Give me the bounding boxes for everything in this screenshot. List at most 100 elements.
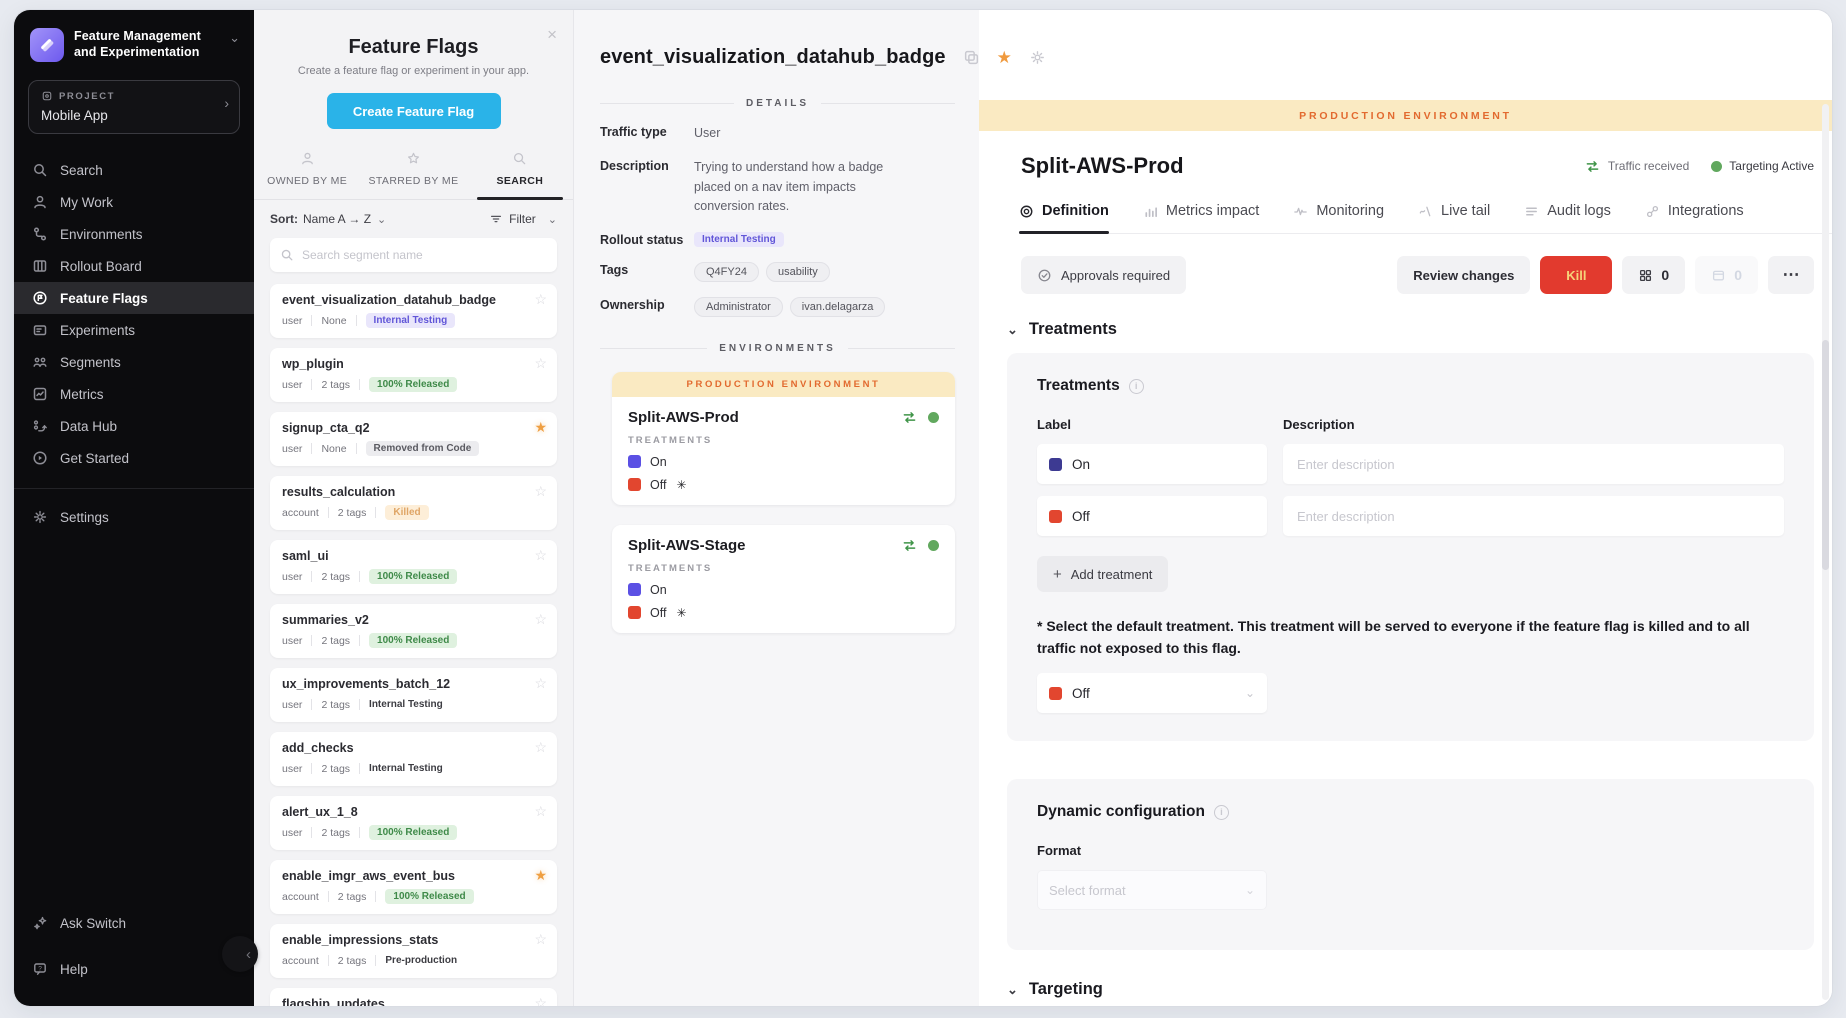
approvals-required-pill[interactable]: Approvals required — [1021, 256, 1186, 294]
flag-title-row: event_visualization_datahub_badge — [600, 46, 1046, 69]
treatment-label-off[interactable]: Off — [1037, 496, 1267, 536]
treatment-label-on[interactable]: On — [1037, 444, 1267, 484]
treatments-section-header[interactable]: Treatments — [1007, 320, 1814, 339]
flag-card[interactable]: event_visualization_datahub_badge userNo… — [270, 284, 557, 338]
sidebar-item-my-work[interactable]: My Work — [14, 186, 254, 218]
tab-integrations[interactable]: Integrations — [1645, 203, 1744, 233]
tab-owned-by-me[interactable]: OWNED BY ME — [254, 147, 360, 199]
owner-pill[interactable]: Administrator — [694, 297, 783, 317]
production-environment-banner: PRODUCTION ENVIRONMENT — [979, 100, 1832, 131]
copy-icon[interactable] — [963, 49, 980, 66]
default-treatment-select[interactable]: Off — [1037, 673, 1267, 713]
info-icon[interactable] — [1214, 805, 1229, 820]
flag-card[interactable]: flagship_updates account2 tagsKilled — [270, 988, 557, 1006]
search-input[interactable] — [302, 248, 547, 262]
gear-icon[interactable] — [1029, 49, 1046, 66]
treatment-description-input[interactable] — [1283, 496, 1784, 536]
treatment-off-swatch — [628, 478, 641, 491]
sidebar-item-get-started[interactable]: Get Started — [14, 442, 254, 474]
treatment-row-off: Off — [1037, 496, 1784, 536]
flag-card[interactable]: add_checks user2 tagsInternal Testing — [270, 732, 557, 786]
close-icon[interactable] — [547, 26, 557, 43]
flag-card[interactable]: enable_impressions_stats account2 tagsPr… — [270, 924, 557, 978]
star-icon[interactable] — [534, 355, 547, 372]
star-icon[interactable] — [534, 931, 547, 948]
star-icon[interactable] — [534, 675, 547, 692]
star-icon[interactable] — [534, 611, 547, 628]
treatment-off-row: Off — [628, 478, 939, 492]
sort-value[interactable]: Name A → Z — [303, 212, 371, 226]
sidebar-item-data-hub[interactable]: Data Hub — [14, 410, 254, 442]
sidebar-item-settings[interactable]: Settings — [14, 501, 254, 533]
environment-card-stage[interactable]: Split-AWS-Stage TREATMENTS On Off — [612, 525, 955, 633]
gear-icon — [32, 509, 48, 525]
sidebar-collapse-handle[interactable] — [222, 936, 258, 972]
star-icon[interactable] — [534, 995, 547, 1006]
flag-card[interactable]: enable_imgr_aws_event_bus account2 tags1… — [270, 860, 557, 914]
add-treatment-button[interactable]: Add treatment — [1037, 556, 1168, 592]
sidebar-item-environments[interactable]: Environments — [14, 218, 254, 250]
star-icon[interactable] — [534, 739, 547, 756]
panel-title: Feature Flags — [254, 36, 573, 59]
sidebar-item-segments[interactable]: Segments — [14, 346, 254, 378]
brand[interactable]: Feature Management and Experimentation — [14, 10, 254, 74]
star-filled-icon[interactable] — [997, 48, 1012, 68]
environment-card-prod[interactable]: PRODUCTION ENVIRONMENT Split-AWS-Prod TR… — [612, 372, 955, 505]
filter-button[interactable]: Filter — [489, 212, 557, 226]
approvals-counter-button[interactable]: 0 — [1622, 256, 1685, 294]
sidebar-item-rollout-board[interactable]: Rollout Board — [14, 250, 254, 282]
tab-monitoring[interactable]: Monitoring — [1293, 203, 1384, 233]
sidebar-item-search[interactable]: Search — [14, 154, 254, 186]
treatment-description-input[interactable] — [1283, 444, 1784, 484]
format-select[interactable]: Select format — [1037, 870, 1267, 910]
schedule-counter-button[interactable]: 0 — [1695, 256, 1758, 294]
star-icon[interactable] — [534, 291, 547, 308]
star-icon — [360, 151, 466, 169]
star-icon[interactable] — [534, 483, 547, 500]
targeting-section-header[interactable]: Targeting — [1007, 980, 1814, 999]
treatment-row-on: On — [1037, 444, 1784, 484]
flag-card[interactable]: ux_improvements_batch_12 user2 tagsInter… — [270, 668, 557, 722]
flag-card[interactable]: alert_ux_1_8 user2 tags100% Released — [270, 796, 557, 850]
tab-audit-logs[interactable]: Audit logs — [1524, 203, 1611, 233]
tab-starred-by-me[interactable]: STARRED BY ME — [360, 147, 466, 199]
flag-card[interactable]: summaries_v2 user2 tags100% Released — [270, 604, 557, 658]
treatments-card-title: Treatments — [1037, 377, 1784, 395]
sidebar-item-experiments[interactable]: Experiments — [14, 314, 254, 346]
star-icon[interactable] — [534, 803, 547, 820]
info-icon[interactable] — [1129, 379, 1144, 394]
tab-search[interactable]: SEARCH — [467, 147, 573, 199]
sidebar-item-metrics[interactable]: Metrics — [14, 378, 254, 410]
tab-definition[interactable]: Definition — [1019, 203, 1109, 233]
environment-tabs: Definition Metrics impact Monitoring Liv… — [1019, 203, 1832, 234]
production-environment-banner: PRODUCTION ENVIRONMENT — [612, 372, 955, 397]
tag-pill[interactable]: usability — [766, 262, 830, 282]
flag-card[interactable]: wp_plugin user2 tags100% Released — [270, 348, 557, 402]
chevron-down-icon — [1245, 686, 1255, 700]
review-changes-button[interactable]: Review changes — [1397, 256, 1530, 294]
description-row: Description Trying to understand how a b… — [600, 158, 957, 216]
more-actions-button[interactable] — [1768, 256, 1814, 294]
flag-card[interactable]: saml_ui user2 tags100% Released — [270, 540, 557, 594]
kill-button[interactable]: Kill — [1540, 256, 1612, 294]
flag-card[interactable]: signup_cta_q2 userNoneRemoved from Code — [270, 412, 557, 466]
star-icon[interactable] — [534, 547, 547, 564]
owner-pill[interactable]: ivan.delagarza — [790, 297, 886, 317]
calendar-icon — [1711, 268, 1726, 283]
tab-live-tail[interactable]: Live tail — [1418, 203, 1490, 233]
sidebar-item-feature-flags[interactable]: Feature Flags — [14, 282, 254, 314]
create-feature-flag-button[interactable]: Create Feature Flag — [327, 93, 501, 129]
grid-icon — [1638, 268, 1653, 283]
flag-card[interactable]: results_calculation account2 tagsKilled — [270, 476, 557, 530]
sidebar-item-help[interactable]: ? Help — [14, 946, 254, 992]
project-selector[interactable]: PROJECT Mobile App — [28, 80, 240, 134]
sidebar-item-ask-switch[interactable]: Ask Switch — [14, 900, 254, 946]
sidebar-divider — [14, 488, 254, 489]
tag-pill[interactable]: Q4FY24 — [694, 262, 759, 282]
tab-metrics-impact[interactable]: Metrics impact — [1143, 203, 1259, 233]
star-filled-icon[interactable] — [534, 419, 547, 436]
star-filled-icon[interactable] — [534, 867, 547, 884]
scrollbar-thumb[interactable] — [1822, 340, 1829, 570]
feature-flag-icon — [32, 290, 48, 306]
app-window: Feature Management and Experimentation P… — [14, 10, 1832, 1006]
